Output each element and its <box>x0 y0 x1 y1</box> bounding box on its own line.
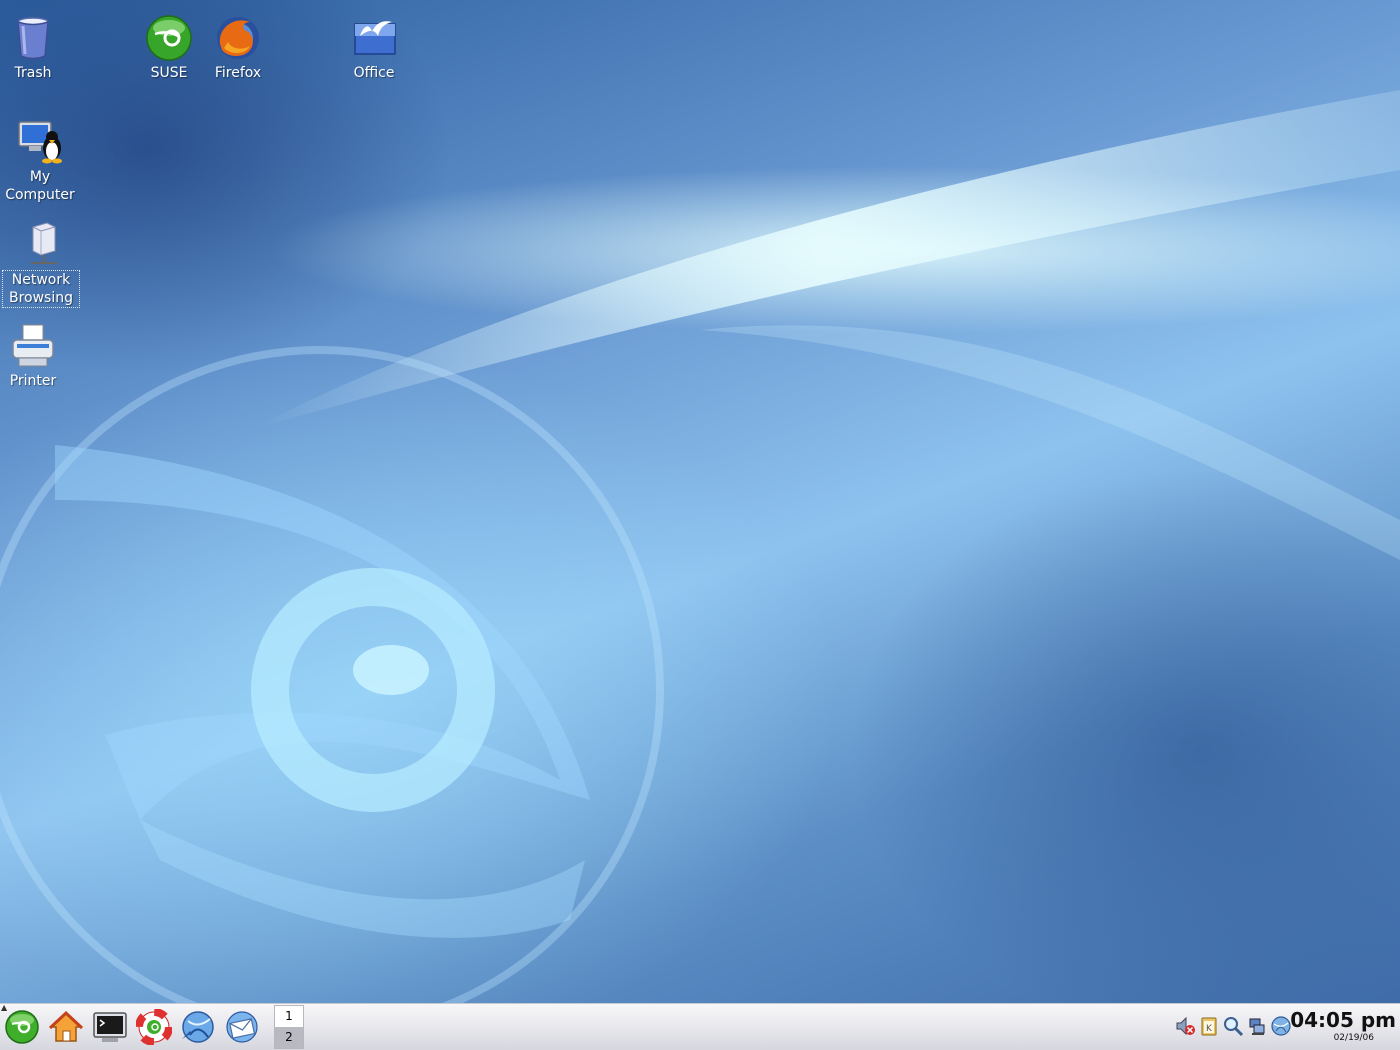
mail-client-button[interactable] <box>224 1009 260 1045</box>
desktop-icon-label: Firefox <box>214 65 262 81</box>
clock-date: 02/19/06 <box>1333 1033 1374 1043</box>
desktop-background[interactable]: Trash SUSE Firefox Office My Computer Ne… <box>0 0 1400 1003</box>
pager-desktop-1[interactable]: 1 <box>275 1006 303 1027</box>
network-browsing-icon <box>17 221 65 269</box>
help-lifebuoy-icon <box>135 1008 173 1046</box>
home-folder-icon <box>48 1010 84 1042</box>
konqueror-browser-button[interactable] <box>180 1009 216 1045</box>
trash-icon <box>9 14 57 62</box>
desktop-icon-label: Trash <box>14 65 52 81</box>
desktop-icon-my-computer[interactable]: My Computer <box>2 118 78 204</box>
update-globe-icon[interactable] <box>1270 1015 1292 1037</box>
desktop-icon-printer[interactable]: Printer <box>0 322 71 390</box>
system-tray: K <box>1174 1015 1292 1041</box>
desktop-icon-label: Printer <box>9 373 57 389</box>
desktop-icon-network-browsing[interactable]: Network Browsing <box>2 221 80 308</box>
suse-wallpaper-graphic <box>0 90 1400 1003</box>
desktop-icon-office[interactable]: Office <box>336 14 412 82</box>
printer-icon <box>9 322 57 370</box>
volume-muted-icon[interactable] <box>1174 1015 1196 1037</box>
clock-time: 04:05 pm <box>1290 1008 1396 1032</box>
taskbar: ▲ 1 2 K 04:05 pm 02/19/06 <box>0 1003 1400 1050</box>
desktop-pager: 1 2 <box>274 1005 304 1049</box>
suse-menu-button[interactable] <box>4 1009 40 1045</box>
desktop-icon-trash[interactable]: Trash <box>0 14 71 82</box>
mail-client-icon <box>226 1011 258 1043</box>
network-devices-icon[interactable] <box>1246 1015 1268 1037</box>
desktop-icon-suse[interactable]: SUSE <box>131 14 207 82</box>
konqueror-browser-icon <box>182 1011 214 1043</box>
desktop-icon-label: My Computer <box>5 169 75 203</box>
desktop-icon-label: SUSE <box>150 65 188 81</box>
desktop-icon-label: Office <box>353 65 395 81</box>
office-icon <box>350 14 398 62</box>
firefox-icon <box>214 14 262 62</box>
my-computer-icon <box>16 118 64 166</box>
terminal-icon <box>93 1012 127 1042</box>
desktop-icon-firefox[interactable]: Firefox <box>200 14 276 82</box>
search-magnifier-icon[interactable] <box>1222 1015 1244 1037</box>
klipper-clipboard-icon[interactable]: K <box>1198 1015 1220 1037</box>
help-button[interactable] <box>135 1008 173 1046</box>
clock[interactable]: 04:05 pm 02/19/06 <box>1290 1008 1396 1044</box>
pager-desktop-2[interactable]: 2 <box>275 1027 303 1048</box>
terminal-button[interactable] <box>92 1009 128 1045</box>
suse-menu-icon <box>5 1010 39 1044</box>
desktop-icon-label: Network Browsing <box>2 270 80 308</box>
suse-icon <box>145 14 193 62</box>
home-folder-button[interactable] <box>48 1009 84 1045</box>
